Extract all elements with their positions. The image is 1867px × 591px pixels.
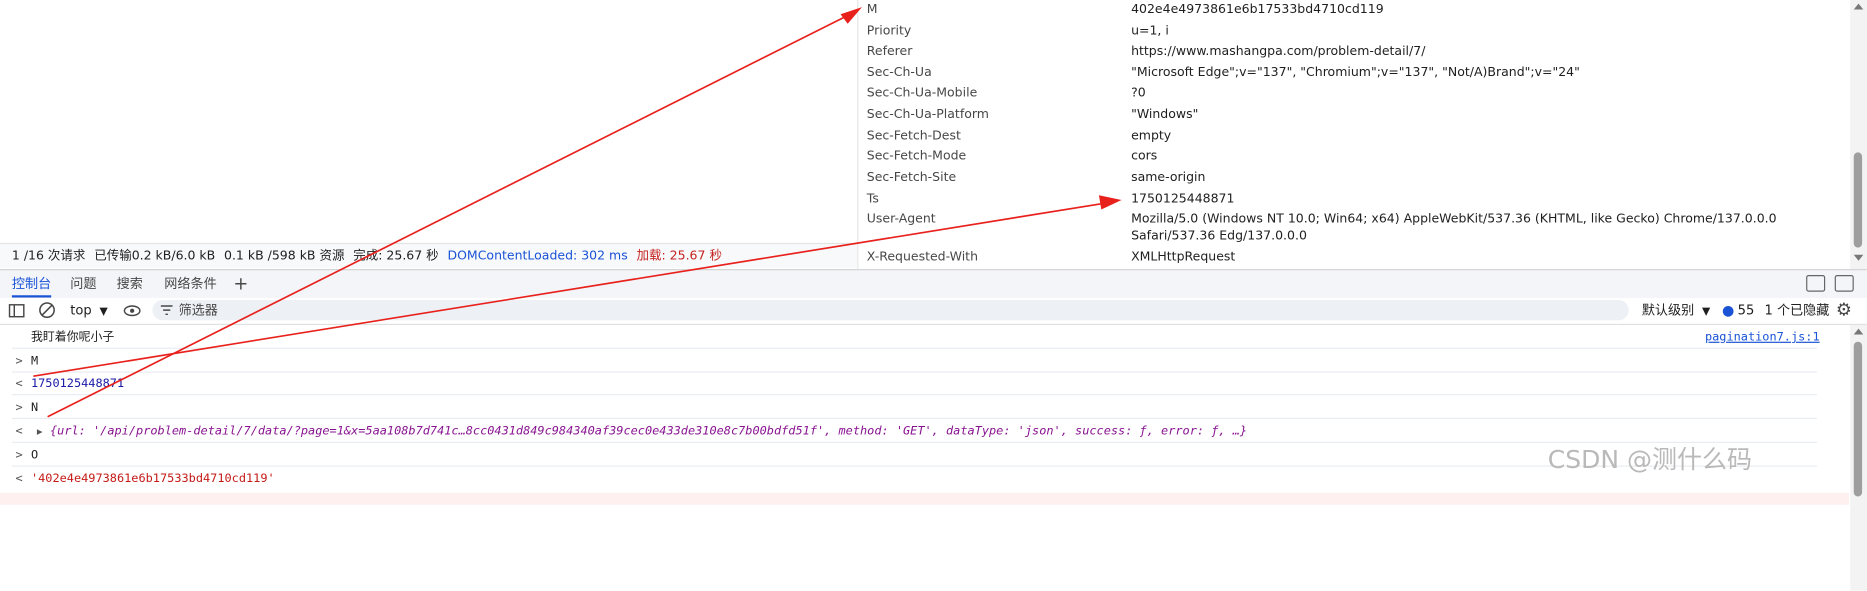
red-arrowhead-icon — [840, 7, 862, 24]
red-arrowhead-icon — [1098, 195, 1122, 210]
red-arrow-line — [33, 201, 1110, 378]
red-arrow-line — [47, 12, 853, 418]
annotation-arrows — [33, 7, 1122, 418]
